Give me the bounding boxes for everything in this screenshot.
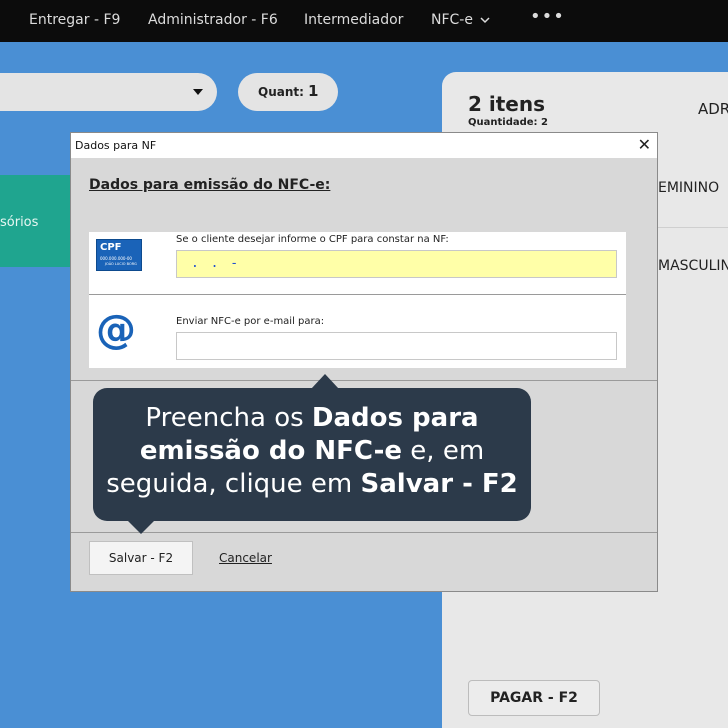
dialog-titlebar: Dados para NF ✕ [71,133,657,158]
cpf-label: Se o cliente desejar informe o CPF para … [176,234,449,245]
cart-items-count: 2 itens [468,92,546,116]
dialog-title: Dados para NF [75,139,157,152]
nav-intermediador[interactable]: Intermediador [304,12,403,28]
email-label: Enviar NFC-e por e-mail para: [176,316,325,327]
cpf-card-number: 000.000.000-00 [100,256,132,261]
product-select[interactable] [0,73,217,111]
cart-row-1[interactable]: EMININO [658,180,719,196]
tooltip-line3-bold: Salvar - F2 [360,469,518,499]
quantity-field[interactable]: Quant: 1 [238,73,338,111]
cart-row-2[interactable]: MASCULIN [658,258,728,274]
quantity-value: 1 [308,82,319,100]
more-menu-button[interactable]: ••• [530,6,565,27]
cpf-input[interactable]: . . - [176,250,617,278]
save-button[interactable]: Salvar - F2 [89,541,193,575]
tooltip-line1-pre: Preencha os [145,403,312,433]
caret-down-icon [193,89,203,95]
dialog-heading: Dados para emissão do NFC-e: [89,177,331,193]
cpf-card-icon: CPF 000.000.000-00 JOÃO LUCIO BORG [96,239,142,271]
email-input[interactable] [176,332,617,360]
tooltip-line2-bold: emissão do NFC-e [139,436,403,466]
pay-button[interactable]: PAGAR - F2 [468,680,600,716]
tooltip-arrow-up [311,374,339,389]
cart-header-right: ADR [698,100,728,118]
quantity-label: Quant: [258,85,304,99]
category-tile-acessorios[interactable]: sórios [0,175,72,267]
tooltip-line2-post: e, em [402,436,485,466]
tooltip-line1-bold: Dados para [311,403,479,433]
nav-administrador[interactable]: Administrador - F6 [148,12,278,28]
nav-nfce[interactable]: NFC-e [431,12,490,28]
divider [89,294,626,295]
tooltip-line3-pre: seguida, clique em [106,469,361,499]
top-nav-bar: Entregar - F9 Administrador - F6 Interme… [0,0,728,42]
category-tile-label: sórios [0,215,39,230]
close-icon[interactable]: ✕ [638,135,651,155]
cart-quantity: Quantidade: 2 [468,117,548,128]
cancel-link[interactable]: Cancelar [219,551,272,565]
nf-data-dialog: Dados para NF ✕ Dados para emissão do NF… [70,132,658,592]
divider [71,532,657,533]
cpf-card-name: JOÃO LUCIO BORG [105,262,137,266]
tooltip-text: Preencha os Dados para emissão do NFC-e … [93,402,531,501]
nav-entregar[interactable]: Entregar - F9 [29,12,120,28]
cpf-card-title: CPF [100,242,122,253]
nf-form-card: CPF 000.000.000-00 JOÃO LUCIO BORG Se o … [89,232,626,368]
chevron-down-icon [480,17,490,24]
email-at-icon: @ [96,307,136,353]
tooltip-arrow-down [127,520,155,534]
help-tooltip: Preencha os Dados para emissão do NFC-e … [93,374,531,534]
nav-nfce-label: NFC-e [431,12,473,28]
divider [71,380,657,381]
